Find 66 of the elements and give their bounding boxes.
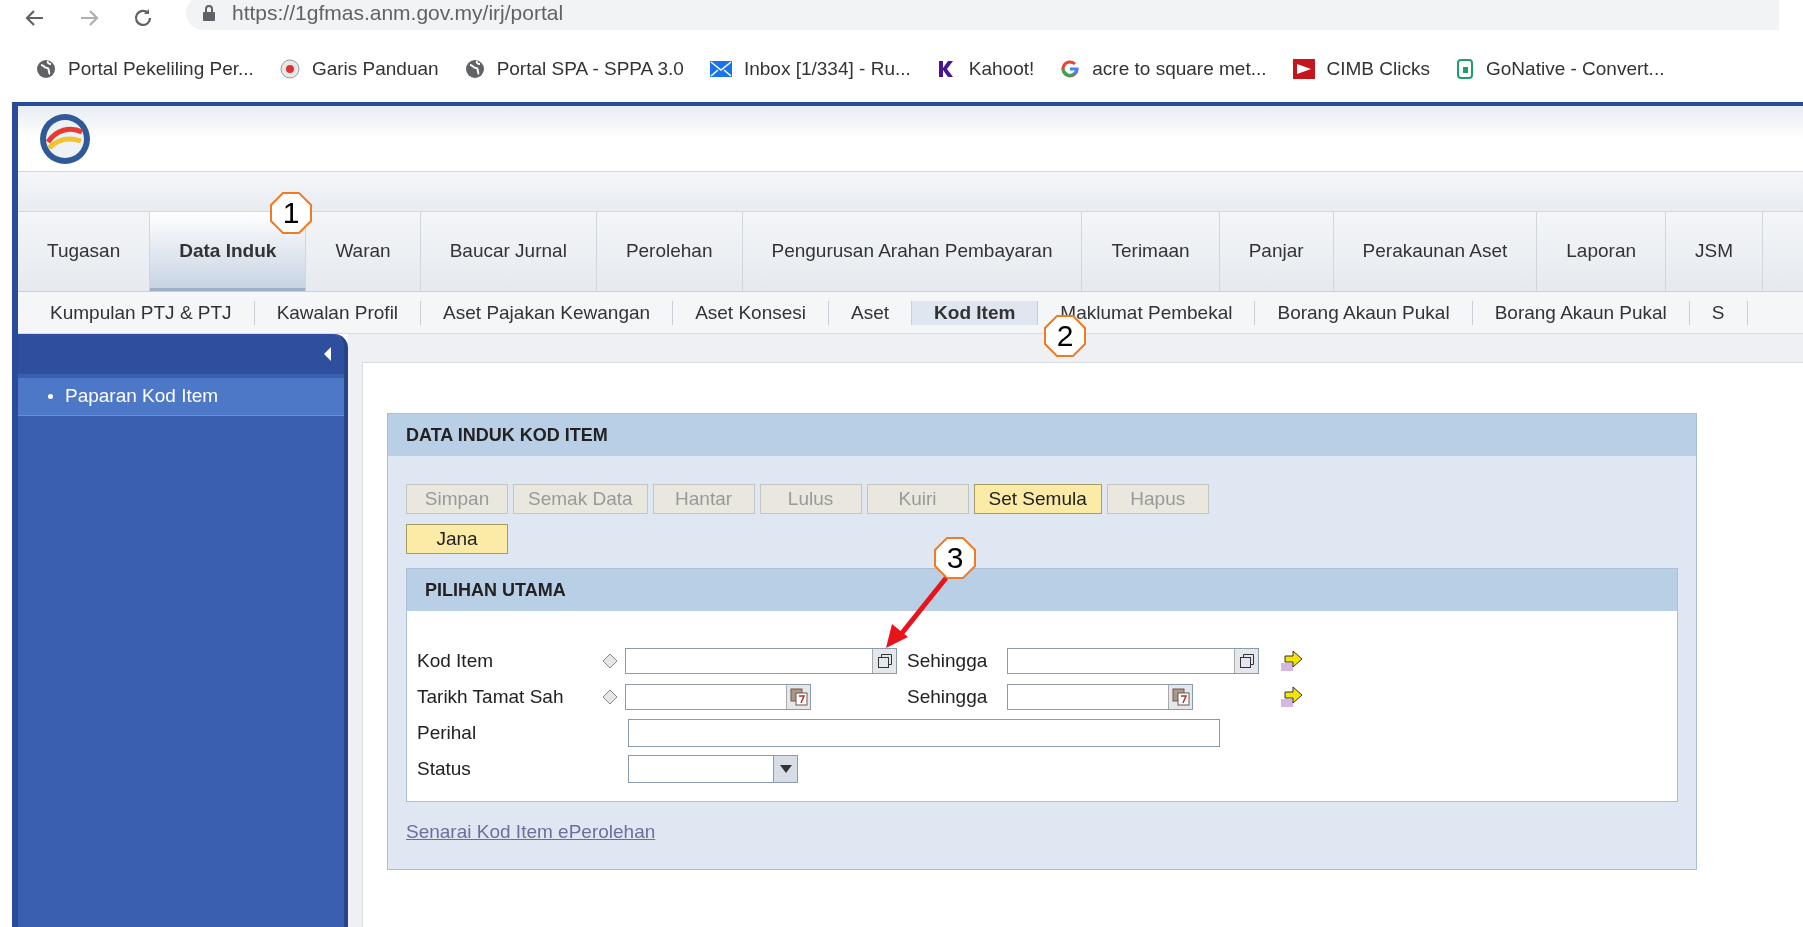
reload-icon[interactable] (132, 7, 154, 29)
sub-nav-tab[interactable]: Kod Item (912, 300, 1039, 325)
bookmark[interactable]: Garis Panduan (279, 54, 439, 84)
main-nav-tab[interactable]: Baucar Jurnal (420, 212, 597, 291)
globe-icon (464, 59, 485, 79)
main-nav-tab[interactable]: Laporan (1537, 212, 1666, 291)
bookmark[interactable]: acre to square met... (1060, 54, 1267, 84)
logo-icon (38, 111, 92, 166)
copy-icon (1238, 653, 1255, 669)
diamond-icon (601, 688, 619, 706)
sub-nav-tab[interactable]: Borang Akaun Pukal (1472, 300, 1690, 325)
dropdown-caret-icon (779, 765, 792, 773)
calendar-icon (1171, 688, 1190, 706)
collapse-arrow-icon[interactable] (322, 346, 332, 362)
globe-icon (36, 59, 56, 79)
action-button[interactable]: Set Semula (973, 484, 1102, 514)
sub-nav-tab[interactable]: S (1689, 300, 1748, 325)
calendar-button[interactable] (786, 685, 810, 709)
envelope-icon (709, 61, 732, 77)
value-help-button[interactable] (1234, 649, 1258, 673)
main-nav-tab[interactable]: Pengurusan Arahan Pembayaran (742, 212, 1083, 291)
sidebar-item[interactable]: Paparan Kod Item (18, 378, 344, 416)
field-label: Perihal (417, 720, 478, 745)
field-label: Status (417, 756, 472, 781)
input-field[interactable] (628, 719, 1220, 747)
bookmark[interactable]: CIMB Clicks (1292, 54, 1430, 84)
sub-nav-tab[interactable]: Kumpulan PTJ & PTJ (28, 300, 255, 325)
diamond-icon (601, 652, 619, 670)
address-bar[interactable]: https://1gfmas.anm.gov.my/irj/portal (186, 0, 1779, 30)
dropdown-field[interactable] (628, 755, 798, 783)
lock-icon (202, 5, 216, 21)
sub-nav-tab[interactable]: Borang Akaun Pukal (1255, 300, 1473, 325)
bookmark[interactable]: GoNative - Convert... (1456, 54, 1665, 84)
main-nav-tab[interactable]: JSM (1666, 212, 1763, 291)
sub-nav-tab[interactable]: Aset Pajakan Kewangan (421, 300, 674, 325)
field-label: Kod Item (417, 648, 495, 673)
sub-nav-tab[interactable]: Kawalan Profil (254, 300, 422, 325)
bookmark[interactable]: Portal SPA - SPPA 3.0 (464, 54, 684, 84)
main-nav-tab[interactable]: Panjar (1219, 212, 1334, 291)
field-label: Sehingga (907, 684, 989, 709)
app-icon (1456, 59, 1474, 79)
value-help-button[interactable] (872, 649, 896, 673)
bookmark[interactable]: Kahoot! (936, 54, 1035, 84)
copy-icon (876, 653, 893, 669)
panel-header: DATA INDUK KOD ITEM (388, 414, 1696, 456)
calendar-button[interactable] (1168, 685, 1192, 709)
input-field[interactable] (625, 648, 897, 674)
sub-nav-tab[interactable]: Aset Konsesi (673, 300, 830, 325)
input-field[interactable] (625, 684, 811, 710)
action-button[interactable]: Jana (406, 524, 508, 554)
field-label: Sehingga (907, 648, 989, 673)
g-logo-icon (1060, 59, 1081, 79)
input-field[interactable] (1007, 648, 1259, 674)
bookmark[interactable]: Inbox [1/334] - Ru... (709, 54, 911, 84)
input-field[interactable] (1007, 684, 1193, 710)
main-nav-tab[interactable]: Terimaan (1082, 212, 1220, 291)
flag-logo-icon (1292, 59, 1315, 79)
bullet-icon (48, 394, 53, 399)
main-nav-tab[interactable]: Perolehan (596, 212, 743, 291)
bookmark[interactable]: Portal Pekeliling Per... (36, 54, 254, 84)
calendar-icon (789, 688, 808, 706)
seal-icon (279, 59, 300, 79)
section-header: PILIHAN UTAMA (407, 569, 1677, 611)
main-nav-tab[interactable]: Perakaunan Aset (1333, 212, 1538, 291)
report-link[interactable]: Senarai Kod Item ePerolehan (406, 818, 656, 847)
field-label: Tarikh Tamat Sah (417, 684, 565, 709)
